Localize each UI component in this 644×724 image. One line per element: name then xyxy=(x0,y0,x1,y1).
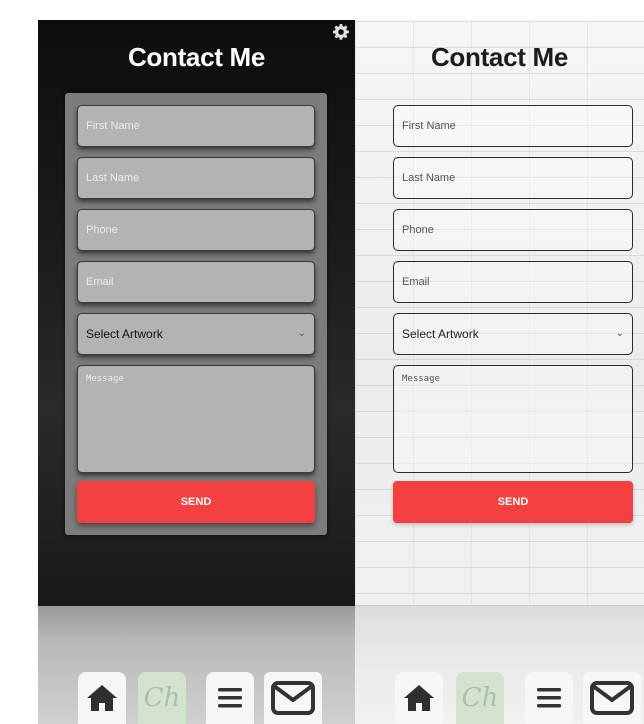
email-field[interactable]: Email xyxy=(77,261,315,303)
artwork-select[interactable]: Select Artwork ⌄ xyxy=(77,313,315,355)
logo-text: Ch xyxy=(461,683,499,713)
page-title: Contact Me xyxy=(430,42,569,72)
contact-panel-light: Contact Me First Name Last Name Phone Em… xyxy=(355,20,644,724)
first-name-field[interactable]: First Name xyxy=(393,105,633,147)
last-name-field[interactable]: Last Name xyxy=(393,157,633,199)
mail-icon[interactable] xyxy=(583,672,641,724)
logo-icon[interactable]: Ch xyxy=(138,672,186,724)
phone-field[interactable]: Phone xyxy=(77,209,315,251)
artwork-select-value: Select Artwork xyxy=(86,327,163,341)
mail-icon[interactable] xyxy=(264,672,322,724)
phone-field[interactable]: Phone xyxy=(393,209,633,251)
chevron-down-icon: ⌄ xyxy=(297,328,306,339)
last-name-field[interactable]: Last Name xyxy=(77,157,315,199)
artwork-select[interactable]: Select Artwork ⌄ xyxy=(393,313,633,355)
logo-text: Ch xyxy=(143,683,181,713)
home-icon[interactable] xyxy=(78,672,126,724)
menu-icon[interactable] xyxy=(525,672,573,724)
contact-panel-dark: Contact Me First Name Last Name Phone Em… xyxy=(38,20,355,724)
home-icon[interactable] xyxy=(395,672,443,724)
contact-form: First Name Last Name Phone Email Select … xyxy=(393,105,633,525)
bottom-nav: Ch xyxy=(355,666,644,724)
message-field[interactable]: Message xyxy=(393,365,633,473)
page-title: Contact Me xyxy=(127,42,266,72)
first-name-field[interactable]: First Name xyxy=(77,105,315,147)
menu-icon[interactable] xyxy=(206,672,254,724)
message-field[interactable]: Message xyxy=(77,365,315,473)
logo-icon[interactable]: Ch xyxy=(456,672,504,724)
email-field[interactable]: Email xyxy=(393,261,633,303)
send-button[interactable]: SEND xyxy=(393,481,633,523)
contact-form: First Name Last Name Phone Email Select … xyxy=(65,93,327,535)
artwork-select-value: Select Artwork xyxy=(402,327,479,341)
gear-icon[interactable] xyxy=(333,24,349,40)
chevron-down-icon: ⌄ xyxy=(615,328,624,339)
send-button[interactable]: SEND xyxy=(77,481,315,523)
bottom-nav: Ch xyxy=(38,666,355,724)
